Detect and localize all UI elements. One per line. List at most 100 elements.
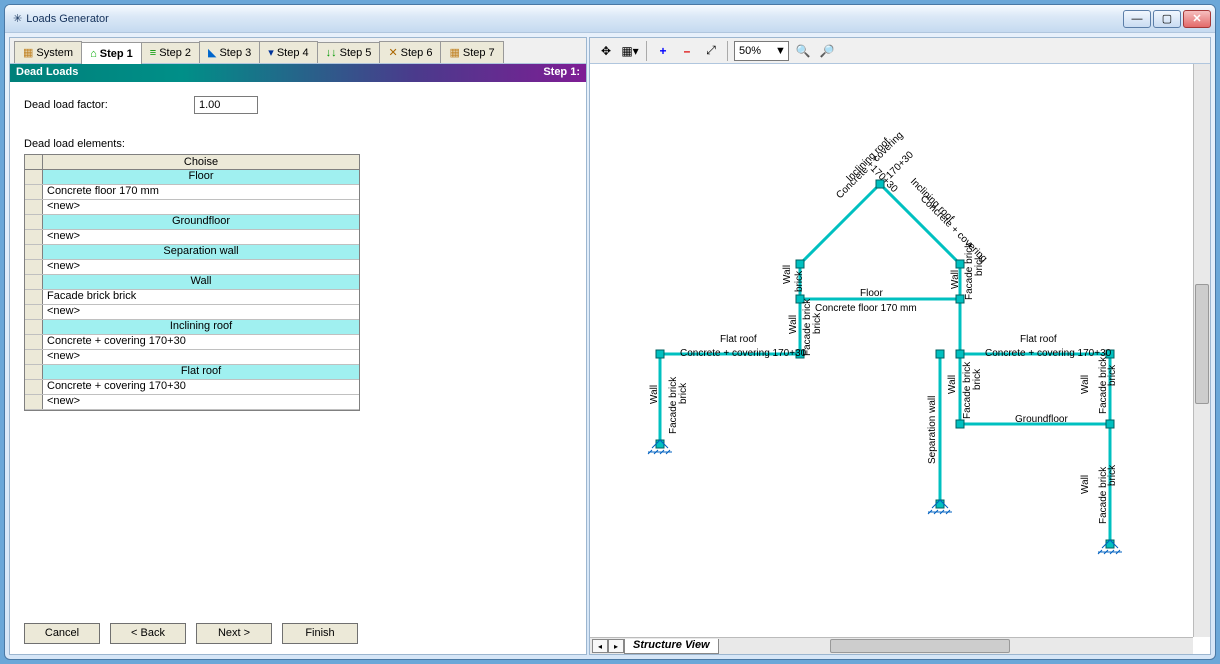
cell[interactable]: Inclining roof	[43, 320, 359, 334]
cell[interactable]: <new>	[43, 350, 359, 364]
cell[interactable]: Separation wall	[43, 245, 359, 259]
view-toolbar: ✥ ▦▾ + – ⤢ 50%▼ 🔍 🔎	[590, 38, 1210, 64]
grid-icon[interactable]: ▦▾	[620, 41, 640, 61]
view-tab-next[interactable]: ▸	[608, 639, 624, 653]
svg-text:Wall: Wall	[947, 375, 958, 394]
cell[interactable]: Floor	[43, 170, 359, 184]
cell[interactable]: <new>	[43, 305, 359, 319]
view-tab-structure[interactable]: Structure View	[624, 639, 719, 654]
cell[interactable]: Groundfloor	[43, 215, 359, 229]
zoom-value: 50%	[739, 45, 761, 57]
svg-text:Concrete + covering 170+30: Concrete + covering 170+30	[680, 348, 807, 359]
item-row[interactable]: Concrete + covering 170+30	[25, 335, 359, 350]
cell[interactable]: Facade brick brick	[43, 290, 359, 304]
add-icon[interactable]: +	[653, 41, 673, 61]
cell[interactable]: <new>	[43, 260, 359, 274]
remove-icon[interactable]: –	[677, 41, 697, 61]
item-row[interactable]: <new>	[25, 230, 359, 245]
svg-text:brick: brick	[794, 270, 805, 292]
cell[interactable]: Concrete + covering 170+30	[43, 380, 359, 394]
structure-canvas[interactable]: Inclining roof Inclining roof Concrete +…	[590, 64, 1210, 654]
item-row[interactable]: <new>	[25, 260, 359, 275]
zoom-in-icon[interactable]: 🔍	[793, 41, 813, 61]
maximize-button[interactable]: ▢	[1153, 10, 1181, 28]
svg-text:Wall: Wall	[788, 315, 799, 334]
pan-icon[interactable]: ✥	[596, 41, 616, 61]
app-icon: ✳	[13, 12, 22, 25]
svg-text:Wall: Wall	[1080, 375, 1091, 394]
svg-text:Concrete floor 170 mm: Concrete floor 170 mm	[815, 303, 917, 314]
minimize-button[interactable]: —	[1123, 10, 1151, 28]
svg-text:brick: brick	[678, 382, 689, 404]
view-tab-prev[interactable]: ◂	[592, 639, 608, 653]
loads-generator-window: ✳ Loads Generator — ▢ ✕ ▦System ⌂Step 1 …	[4, 4, 1216, 660]
item-row[interactable]: <new>	[25, 305, 359, 320]
svg-text:brick: brick	[1107, 464, 1118, 486]
svg-text:Wall: Wall	[649, 385, 660, 404]
section-header: Dead Loads Step 1:	[10, 64, 586, 82]
svg-text:Wall: Wall	[1080, 475, 1091, 494]
vertical-scrollbar[interactable]	[1193, 64, 1210, 637]
category-row[interactable]: Wall	[25, 275, 359, 290]
item-row[interactable]: Concrete + covering 170+30	[25, 380, 359, 395]
section-title: Dead Loads	[16, 66, 78, 80]
svg-text:brick: brick	[972, 368, 983, 390]
step-tabs: ▦System ⌂Step 1 ≡Step 2 ◣Step 3 ▾Step 4 …	[10, 38, 586, 64]
svg-text:Wall: Wall	[782, 265, 793, 284]
item-row[interactable]: <new>	[25, 395, 359, 410]
category-row[interactable]: Separation wall	[25, 245, 359, 260]
cell[interactable]: <new>	[43, 200, 359, 214]
cell[interactable]: Concrete floor 170 mm	[43, 185, 359, 199]
fit-icon[interactable]: ⤢	[701, 41, 721, 61]
category-row[interactable]: Floor	[25, 170, 359, 185]
svg-text:Flat roof: Flat roof	[1020, 334, 1057, 345]
tab-step-1[interactable]: ⌂Step 1	[81, 42, 142, 64]
window-title: Loads Generator	[26, 13, 109, 25]
close-button[interactable]: ✕	[1183, 10, 1211, 28]
svg-text:brick: brick	[974, 254, 985, 276]
structure-view-panel: ✥ ▦▾ + – ⤢ 50%▼ 🔍 🔎	[589, 37, 1211, 655]
elements-grid[interactable]: Choise FloorConcrete floor 170 mm<new>Gr…	[24, 154, 360, 411]
cell[interactable]: Flat roof	[43, 365, 359, 379]
tab-step-3[interactable]: ◣Step 3	[199, 41, 260, 63]
tab-step-4[interactable]: ▾Step 4	[259, 41, 317, 63]
column-header-choise: Choise	[43, 155, 359, 169]
svg-text:Separation wall: Separation wall	[927, 396, 938, 464]
svg-text:brick: brick	[1107, 364, 1118, 386]
item-row[interactable]: <new>	[25, 200, 359, 215]
zoom-select[interactable]: 50%▼	[734, 41, 789, 61]
section-step: Step 1:	[543, 66, 580, 80]
cell[interactable]: <new>	[43, 395, 359, 409]
item-row[interactable]: Facade brick brick	[25, 290, 359, 305]
tab-system[interactable]: ▦System	[14, 41, 82, 63]
item-row[interactable]: Concrete floor 170 mm	[25, 185, 359, 200]
tab-step-7[interactable]: ▦Step 7	[440, 41, 503, 63]
item-row[interactable]: <new>	[25, 350, 359, 365]
back-button[interactable]: < Back	[110, 623, 186, 644]
tab-step-5[interactable]: ↓↓Step 5	[317, 42, 381, 63]
finish-button[interactable]: Finish	[282, 623, 358, 644]
svg-text:Groundfloor: Groundfloor	[1015, 414, 1068, 425]
svg-text:Concrete + covering: Concrete + covering	[918, 193, 989, 264]
wizard-panel: ▦System ⌂Step 1 ≡Step 2 ◣Step 3 ▾Step 4 …	[9, 37, 587, 655]
svg-text:brick: brick	[812, 312, 823, 334]
svg-text:Wall: Wall	[950, 270, 961, 289]
svg-text:Concrete + covering 170+30: Concrete + covering 170+30	[985, 348, 1112, 359]
dead-load-factor-input[interactable]	[194, 96, 258, 114]
category-row[interactable]: Inclining roof	[25, 320, 359, 335]
cancel-button[interactable]: Cancel	[24, 623, 100, 644]
cell[interactable]: Concrete + covering 170+30	[43, 335, 359, 349]
dead-load-factor-label: Dead load factor:	[24, 99, 194, 111]
category-row[interactable]: Flat roof	[25, 365, 359, 380]
tab-step-2[interactable]: ≡Step 2	[141, 42, 200, 63]
next-button[interactable]: Next >	[196, 623, 272, 644]
tab-step-6[interactable]: ✕Step 6	[379, 41, 441, 63]
svg-text:Floor: Floor	[860, 288, 883, 299]
cell[interactable]: <new>	[43, 230, 359, 244]
titlebar[interactable]: ✳ Loads Generator — ▢ ✕	[5, 5, 1215, 33]
zoom-out-icon[interactable]: 🔎	[817, 41, 837, 61]
elements-label: Dead load elements:	[10, 138, 586, 154]
cell[interactable]: Wall	[43, 275, 359, 289]
category-row[interactable]: Groundfloor	[25, 215, 359, 230]
svg-text:Flat roof: Flat roof	[720, 334, 757, 345]
